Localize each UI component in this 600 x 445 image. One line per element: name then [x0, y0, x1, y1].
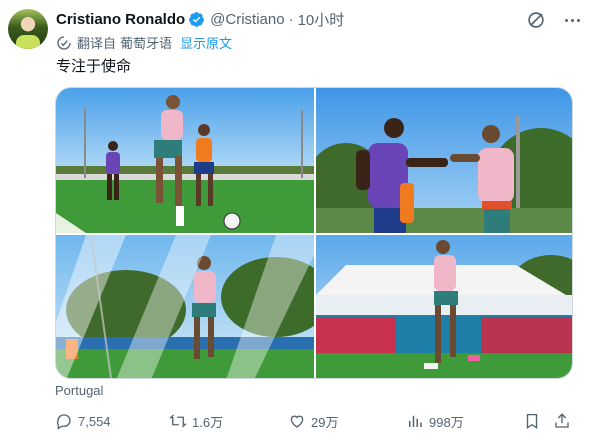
- translation-bar: 翻译自 葡萄牙语 显示原文: [56, 33, 232, 52]
- author-avatar[interactable]: [8, 9, 48, 49]
- media-grid: [55, 87, 573, 379]
- translation-language: 葡萄牙语: [120, 36, 173, 51]
- post-time[interactable]: 10小时: [298, 9, 345, 30]
- translation-prefix: 翻译自: [77, 36, 117, 51]
- share-button[interactable]: [553, 409, 576, 433]
- bookmark-button[interactable]: [523, 409, 546, 433]
- show-original-link[interactable]: 显示原文: [180, 33, 232, 52]
- reply-count: 7,554: [78, 413, 111, 429]
- views-button[interactable]: 998万: [406, 409, 464, 433]
- retweet-button[interactable]: 1.6万: [169, 409, 223, 433]
- location-label[interactable]: Portugal: [55, 383, 103, 398]
- retweet-count: 1.6万: [192, 414, 224, 430]
- more-icon[interactable]: [561, 10, 583, 30]
- retweet-icon: [169, 414, 187, 428]
- share-icon: [555, 413, 569, 428]
- photo-1[interactable]: [56, 88, 314, 233]
- author-name[interactable]: Cristiano Ronaldo: [56, 11, 185, 28]
- reply-button[interactable]: 7,554: [55, 409, 111, 433]
- tweet: Cristiano Ronaldo @Cristiano · 10小时 翻译自 …: [0, 0, 600, 445]
- views-count: 998万: [429, 414, 464, 430]
- translate-icon: [57, 35, 71, 50]
- author-handle[interactable]: @Cristiano: [210, 11, 284, 28]
- like-count: 29万: [311, 414, 339, 430]
- action-bar: 7,554 1.6万 29万 998万: [55, 409, 585, 433]
- tweet-text: 专注于使命: [56, 58, 132, 75]
- reply-icon: [56, 414, 71, 430]
- photo-4[interactable]: [316, 235, 572, 378]
- verified-badge-icon: [189, 11, 205, 27]
- bookmark-icon: [526, 413, 538, 430]
- like-icon: [290, 415, 304, 428]
- photo-2[interactable]: [316, 88, 572, 233]
- like-button[interactable]: 29万: [288, 409, 338, 433]
- views-icon: [409, 415, 422, 427]
- header-separator: ·: [288, 10, 294, 28]
- tweet-header: Cristiano Ronaldo @Cristiano · 10小时: [56, 9, 344, 29]
- grok-icon[interactable]: [525, 9, 547, 31]
- photo-3[interactable]: [56, 235, 314, 378]
